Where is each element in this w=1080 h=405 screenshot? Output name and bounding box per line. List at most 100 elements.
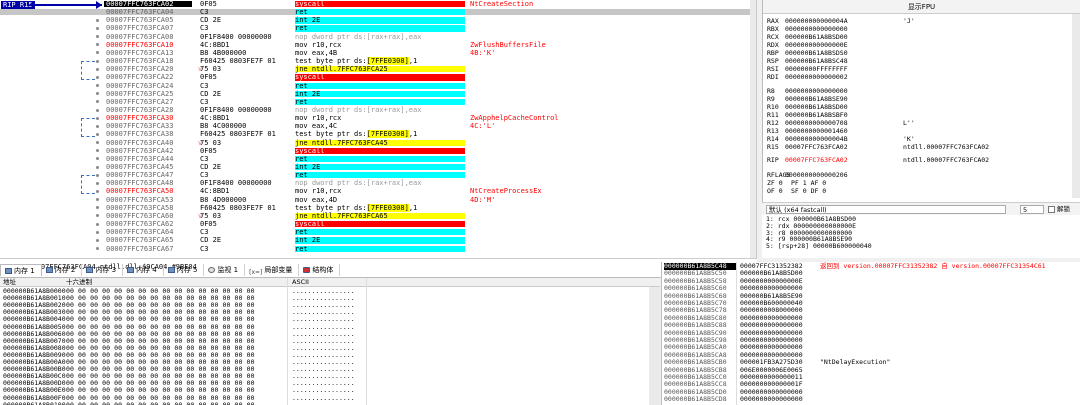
tab-局部变量[interactable]: [x=] 局部变量 <box>245 264 300 276</box>
arg-count-select[interactable]: 5 <box>1020 205 1044 214</box>
disasm-row[interactable]: 00007FFC763FCA30 4C:8BD1 mov r10,rcx ZwApph… <box>0 114 756 122</box>
registers-scrollbar[interactable] <box>1072 14 1080 198</box>
disasm-row[interactable]: 00007FFC763FCA65 CD 2E int 2E <box>0 237 756 244</box>
register-row[interactable]: R13 0000000000001460 <box>767 127 903 135</box>
disasm-row[interactable]: 00007FFC763FCA13 B8 4B000000 mov eax,4B 4B:… <box>0 49 756 57</box>
register-value[interactable]: 000000B61A8BSD00 <box>785 103 903 111</box>
breakpoint-dot-icon[interactable] <box>96 59 99 63</box>
disasm-row[interactable]: 00007FFC763FCA24 C3 ret <box>0 82 756 89</box>
tab-内存-2[interactable]: 内存 2 <box>42 264 83 276</box>
calling-convention-select[interactable]: 默认 (x64 fastcall) <box>766 205 1006 214</box>
call-args-pane[interactable]: 1: rcx 000000B61A8BSD00 2: rdx 0000000000… <box>762 215 1080 258</box>
register-row[interactable]: RFLAGS0000000000000206 <box>767 171 903 179</box>
disasm-row[interactable]: 00007FFC763FCA48 0F1F8400 00000000 nop dwo… <box>0 180 756 187</box>
disasm-row[interactable]: 00007FFC763FCA20 v 75 03 jne ntdll.7FFC763F… <box>0 66 756 73</box>
register-value[interactable]: PF 1 AF 0 <box>791 179 909 187</box>
breakpoint-dot-icon[interactable] <box>96 84 99 88</box>
disasm-row[interactable]: 00007FFC763FCA02 0F05 syscall NtCreateSecti… <box>0 0 756 8</box>
disasm-row[interactable]: 00007FFC763FCA07 C3 ret <box>0 25 756 32</box>
breakpoint-dot-icon[interactable] <box>96 35 99 39</box>
disasm-row[interactable]: 00007FFC763FCA42 0F05 syscall <box>0 147 756 154</box>
disasm-row[interactable]: 00007FFC763FCA04 C3 ret <box>0 8 756 16</box>
disasm-row[interactable]: 00007FFC763FCA62 0F05 syscall <box>0 220 756 228</box>
breakpoint-dot-icon[interactable] <box>96 247 99 251</box>
breakpoint-dot-icon[interactable] <box>96 100 99 104</box>
breakpoint-dot-icon[interactable] <box>96 165 99 169</box>
register-value[interactable]: 000000000000004A <box>785 17 903 25</box>
register-row[interactable]: RSP 000000B61A8BSC48 <box>767 57 903 65</box>
tab-内存-3[interactable]: 内存 3 <box>82 264 124 276</box>
breakpoint-dot-icon[interactable] <box>96 149 99 153</box>
register-row[interactable]: RBX 0000000000000000 <box>767 25 903 33</box>
register-value[interactable]: 000000B61A8BSC48 <box>785 57 903 65</box>
breakpoint-dot-icon[interactable] <box>96 238 99 242</box>
register-row[interactable]: RCX 000000B61A8BSD00 <box>767 33 903 41</box>
breakpoint-dot-icon[interactable] <box>96 198 99 202</box>
tab-内存-4[interactable]: 内存 4 <box>123 264 164 276</box>
register-row[interactable]: RAX 000000000000004A 'J' <box>767 17 915 25</box>
disasm-row[interactable]: 00007FFC763FCA45 CD 2E int 2E <box>0 163 756 171</box>
call-arg-row[interactable]: 5: [rsp+28] 00000B600000040 <box>766 243 872 250</box>
register-row[interactable]: OF 0 SF 0 DF 0 <box>767 187 909 195</box>
register-row[interactable]: R8 0000000000000000 <box>767 87 903 95</box>
register-value[interactable]: 0000000000000002 <box>785 73 903 81</box>
register-row[interactable]: RDI 0000000000000002 <box>767 73 903 81</box>
register-value[interactable]: 0000000000000206 <box>785 171 903 179</box>
disasm-row[interactable]: 00007FFC763FCA25 CD 2E int 2E <box>0 90 756 97</box>
breakpoint-dot-icon[interactable] <box>96 141 99 145</box>
register-value[interactable]: 000000000000000E <box>785 41 903 49</box>
breakpoint-dot-icon[interactable] <box>96 75 99 79</box>
breakpoint-dot-icon[interactable] <box>96 181 99 185</box>
breakpoint-dot-icon[interactable] <box>96 27 99 31</box>
tab-监视-1[interactable]: 监视 1 <box>204 264 246 276</box>
disasm-row[interactable]: 00007FFC763FCA08 0F1F8400 00000000 nop dwo… <box>0 33 756 40</box>
stack-pane[interactable]: 000000B61A8B5C48 00007FFC31352382 返回到 vers… <box>661 262 1080 405</box>
breakpoint-dot-icon[interactable] <box>96 206 99 210</box>
dump-scrollbar[interactable] <box>649 287 660 405</box>
disasm-row[interactable]: 00007FFC763FCA22 0F05 syscall <box>0 74 756 81</box>
tab-内存-5[interactable]: 内存 5 <box>164 264 205 276</box>
unlock-checkbox[interactable] <box>1048 206 1055 213</box>
memory-dump-pane[interactable]: 地址 十六进制 ASCII 000000B61A8B0000 00 00 00 0… <box>0 277 660 405</box>
disasm-row[interactable]: 00007FFC763FCA58 F60425 0803FE7F 01 test b… <box>0 203 756 212</box>
disasm-row[interactable]: 00007FFC763FCA53 B8 4D000000 mov eax,4D 4D:… <box>0 196 756 203</box>
register-row[interactable]: RIP 00007FFC763FCA02 ntdll.00007FFC763FCA0… <box>767 156 989 164</box>
register-value[interactable]: 0000000000000708 <box>785 119 903 127</box>
disasm-row[interactable]: 00007FFC763FCA60 v 75 03 jne ntdll.7FFC763F… <box>0 212 756 220</box>
disasm-row[interactable]: 00007FFC763FCA18 F60425 0803FE7F 01 test b… <box>0 57 756 66</box>
stack-row[interactable]: 000000B61A8B5CD8 0000000000000000 <box>662 395 1080 403</box>
breakpoint-dot-icon[interactable] <box>96 157 99 161</box>
register-row[interactable]: RSI 00000000FFFFFFFF <box>767 65 903 73</box>
register-row[interactable]: RDX 000000000000000E <box>767 41 903 49</box>
breakpoint-dot-icon[interactable] <box>96 214 99 218</box>
register-value[interactable]: 000000B61A8BSDS0 <box>785 49 903 57</box>
breakpoint-dot-icon[interactable] <box>96 124 99 128</box>
breakpoint-dot-icon[interactable] <box>96 18 99 22</box>
register-row[interactable]: R9 000000B61A8BSE90 <box>767 95 903 103</box>
disasm-row[interactable]: 00007FFC763FCA05 CD 2E int 2E <box>0 17 756 24</box>
register-value[interactable]: 000000B61A8BSBF0 <box>785 111 903 119</box>
register-row[interactable]: RBP 000000B61A8BSDS0 <box>767 49 903 57</box>
disasm-row[interactable]: 00007FFC763FCA50 4C:8BD1 mov r10,rcx NtCrea… <box>0 188 756 195</box>
register-value[interactable]: 0000000000001460 <box>785 127 903 135</box>
disasm-row[interactable]: 00007FFC763FCA10 4C:8BD1 mov r10,rcx ZwFlus… <box>0 41 756 48</box>
breakpoint-dot-icon[interactable] <box>96 92 99 96</box>
breakpoint-dot-icon[interactable] <box>96 116 99 120</box>
register-value[interactable]: 0000000000000000 <box>785 87 903 95</box>
disasm-row[interactable]: 00007FFC763FCA28 0F1F8400 00000000 nop dwo… <box>0 106 756 114</box>
register-value[interactable]: 00007FFC763FCA02 <box>785 156 903 164</box>
register-value[interactable]: 000000B61A8BSD00 <box>785 33 903 41</box>
tab-结构体[interactable]: 结构体 <box>299 264 341 276</box>
disasm-row[interactable]: 00007FFC763FCA40 v 75 03 jne ntdll.7FFC763F… <box>0 139 756 146</box>
tab-内存-1[interactable]: 内存 1 <box>0 264 42 276</box>
register-row[interactable]: R12 0000000000000708 L'' <box>767 119 915 127</box>
disasm-row[interactable]: 00007FFC763FCA38 F60425 0803FE7F 01 test b… <box>0 130 756 139</box>
disassembly-scrollbar[interactable] <box>750 0 756 258</box>
disasm-row[interactable]: 00007FFC763FCA67 C3 ret <box>0 245 756 252</box>
disasm-row[interactable]: 00007FFC763FCA27 C3 ret <box>0 98 756 105</box>
breakpoint-dot-icon[interactable] <box>96 222 99 226</box>
register-row[interactable]: R15 00007FFC763FCA02 ntdll.00007FFC763FCA0… <box>767 143 989 151</box>
breakpoint-dot-icon[interactable] <box>96 190 99 194</box>
show-fpu-toggle[interactable]: 显示FPU <box>763 0 1080 14</box>
register-value[interactable]: 00007FFC763FCA02 <box>785 143 903 151</box>
